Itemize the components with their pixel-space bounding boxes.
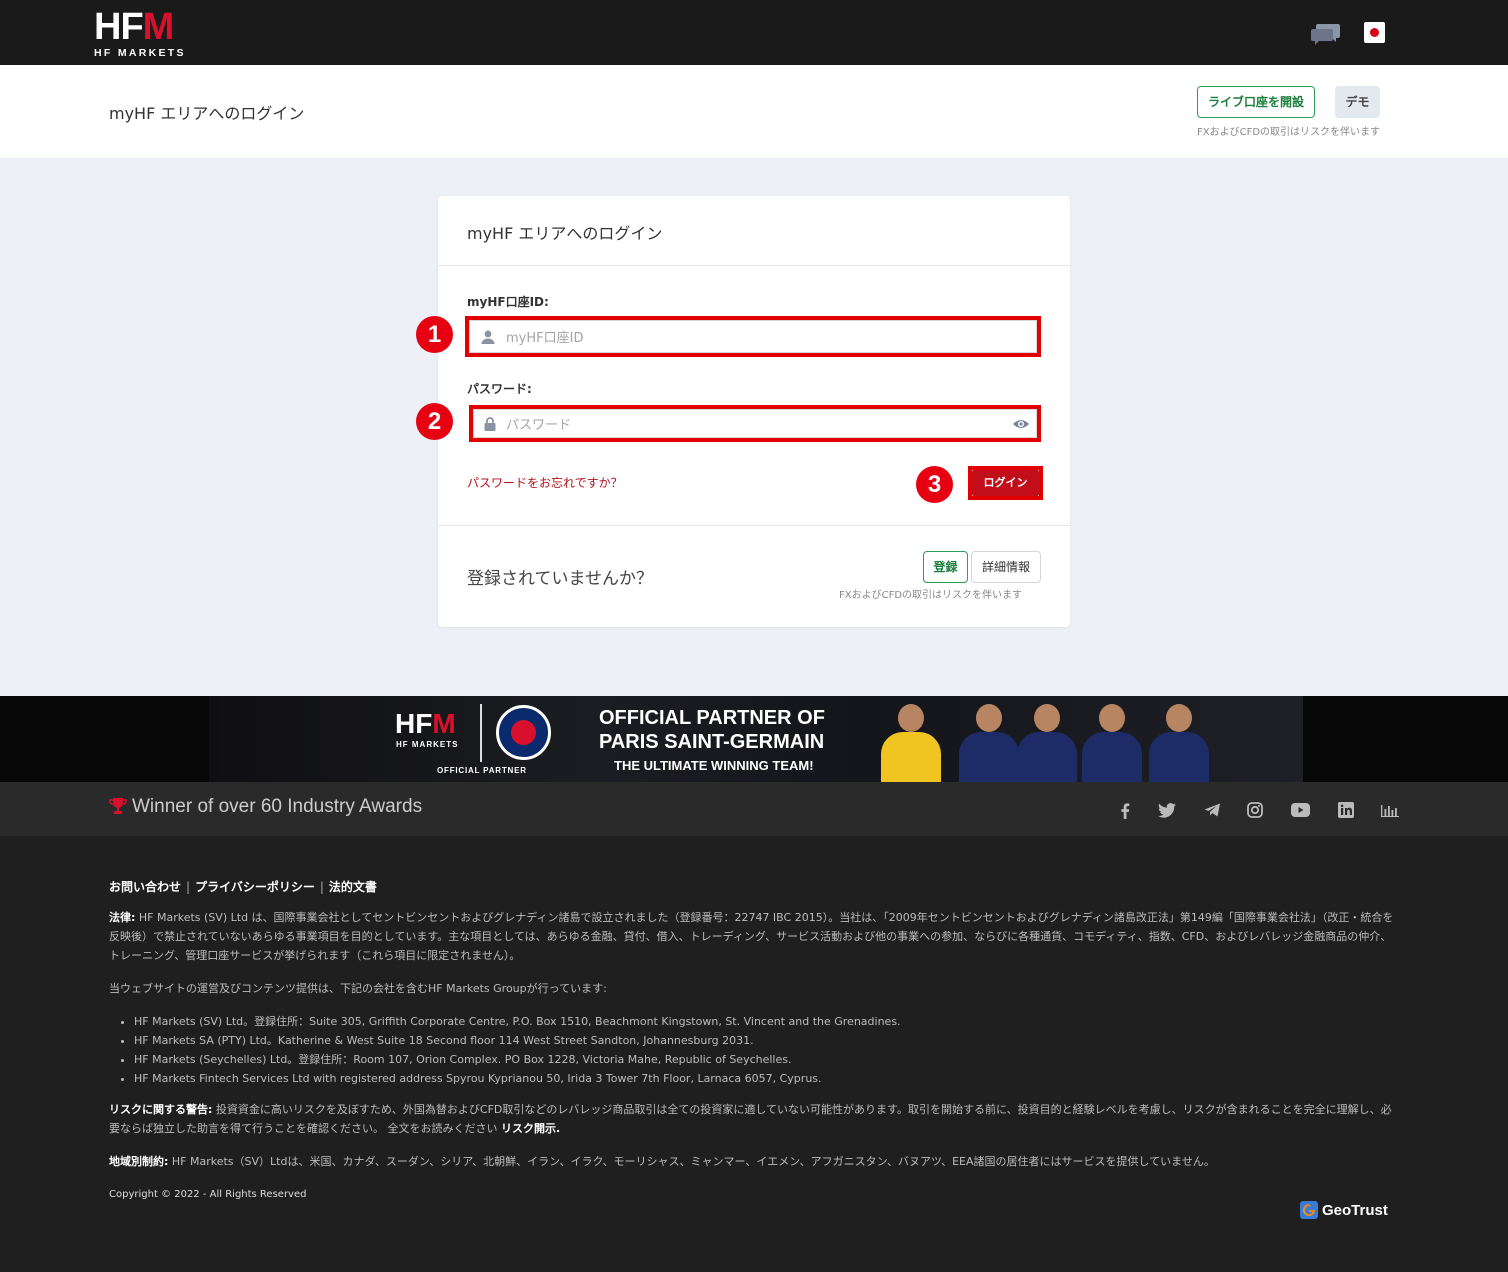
player-figure xyxy=(959,700,1019,782)
geotrust-text: GeoTrust xyxy=(1322,1201,1388,1219)
more-info-button[interactable]: 詳細情報 xyxy=(971,551,1041,583)
list-item: HF Markets (Seychelles) Ltd。登録住所：Room 10… xyxy=(134,1050,1394,1069)
psg-crest-icon xyxy=(496,705,551,760)
register-button[interactable]: 登録 xyxy=(923,551,968,583)
chart-icon[interactable] xyxy=(1380,800,1400,820)
player-figure xyxy=(1149,700,1209,782)
region-label: 地域別制約: xyxy=(109,1155,169,1168)
banner-tagline: THE ULTIMATE WINNING TEAM! xyxy=(614,758,814,773)
list-item: HF Markets (SV) Ltd。登録住所：Suite 305, Grif… xyxy=(134,1012,1394,1031)
geotrust-badge[interactable]: GeoTrust xyxy=(1300,1201,1388,1219)
awards-text: Winner of over 60 Industry Awards xyxy=(132,796,423,817)
login-card-title: myHF エリアへのログイン xyxy=(467,224,663,243)
logo-wordmark: HFM xyxy=(94,6,174,48)
player-figure xyxy=(881,700,941,782)
player-figure xyxy=(1082,700,1142,782)
japan-flag-icon[interactable] xyxy=(1364,22,1385,43)
region-restriction-paragraph: 地域別制約: HF Markets（SV）Ltdは、米国、カナダ、スーダン、シリ… xyxy=(109,1152,1399,1171)
risk-text: 投資資金に高いリスクを及ぼすため、外国為替およびCFD取引などのレバレッジ商品取… xyxy=(109,1103,1392,1135)
banner-logo-subtitle: HF MARKETS xyxy=(396,740,459,749)
facebook-icon[interactable] xyxy=(1115,800,1135,820)
step-number-1: 1 xyxy=(416,316,453,353)
legal-label: 法律: xyxy=(109,911,136,924)
chat-icon[interactable] xyxy=(1311,22,1341,46)
region-text: HF Markets（SV）Ltdは、米国、カナダ、スーダン、シリア、北朝鮮、イ… xyxy=(168,1155,1215,1168)
not-registered-text: 登録されていませんか？ xyxy=(467,569,653,589)
list-item: HF Markets SA (PTY) Ltd。Katherine & West… xyxy=(134,1031,1394,1050)
highlight-box-password xyxy=(469,405,1041,442)
trophy-icon xyxy=(109,797,127,815)
list-item: HF Markets Fintech Services Ltd with reg… xyxy=(134,1069,1394,1088)
forgot-password-link[interactable]: パスワードをお忘れですか？ xyxy=(467,474,623,491)
legal-paragraph: 法律: HF Markets (SV) Ltd は、国際事業会社としてセントビン… xyxy=(109,908,1399,965)
password-label: パスワード: xyxy=(467,382,532,396)
banner-official-partner: OFFICIAL PARTNER xyxy=(437,766,527,775)
open-live-account-button[interactable]: ライブ口座を開設 xyxy=(1197,86,1315,118)
banner-headline-2: PARIS SAINT-GERMAIN xyxy=(599,731,825,753)
page-title: myHF エリアへのログイン xyxy=(109,104,305,123)
risk-disclosure-link[interactable]: リスク開示. xyxy=(501,1122,560,1135)
instagram-icon[interactable] xyxy=(1245,800,1265,820)
banner-headline-1: OFFICIAL PARTNER OF xyxy=(599,707,825,729)
hfm-logo[interactable]: HFM HF MARKETS xyxy=(94,6,196,59)
top-bar: HFM HF MARKETS xyxy=(0,0,1508,65)
youtube-icon[interactable] xyxy=(1290,800,1310,820)
footer-link-contact[interactable]: お問い合わせ xyxy=(109,880,181,894)
telegram-icon[interactable] xyxy=(1202,800,1222,820)
banner-logo: HFM xyxy=(395,708,456,739)
awards-bar: Winner of over 60 Industry Awards xyxy=(0,782,1508,836)
footer-link-privacy[interactable]: プライバシーポリシー xyxy=(195,880,315,894)
divider xyxy=(438,265,1070,266)
linkedin-icon[interactable] xyxy=(1336,800,1356,820)
legal-text: HF Markets (SV) Ltd は、国際事業会社としてセントビンセントお… xyxy=(109,911,1394,962)
geotrust-icon xyxy=(1300,1201,1318,1219)
company-list: HF Markets (SV) Ltd。登録住所：Suite 305, Grif… xyxy=(134,1012,1394,1088)
copyright: Copyright © 2022 - All Rights Reserved xyxy=(109,1189,307,1200)
step-number-3: 3 xyxy=(916,466,953,503)
twitter-icon[interactable] xyxy=(1157,800,1177,820)
divider xyxy=(438,525,1070,526)
account-id-label: myHF口座ID: xyxy=(467,295,549,309)
footer-link-legal[interactable]: 法的文書 xyxy=(329,880,377,894)
footer: お問い合わせ | プライバシーポリシー | 法的文書 法律: HF Markets (S… xyxy=(0,836,1508,1272)
risk-warning-paragraph: リスクに関する警告: 投資資金に高いリスクを及ぼすため、外国為替およびCFD取引… xyxy=(109,1100,1399,1138)
risk-label: リスクに関する警告: xyxy=(109,1103,213,1116)
step-number-2: 2 xyxy=(416,403,453,440)
psg-banner-image: HFM HF MARKETS OFFICIAL PARTNER OFFICIAL… xyxy=(209,696,1303,782)
partner-banner[interactable]: HFM HF MARKETS OFFICIAL PARTNER OFFICIAL… xyxy=(0,696,1508,782)
footer-links: お問い合わせ | プライバシーポリシー | 法的文書 xyxy=(109,880,377,894)
logo-subtitle: HF MARKETS xyxy=(94,47,186,59)
banner-divider xyxy=(480,704,482,762)
card-risk-note: FXおよびCFDの取引はリスクを伴います xyxy=(839,590,1023,601)
demo-button[interactable]: デモ xyxy=(1335,86,1380,118)
header-risk-note: FXおよびCFDの取引はリスクを伴います xyxy=(1197,127,1381,138)
highlight-box-login xyxy=(968,466,1043,500)
group-paragraph: 当ウェブサイトの運営及びコンテンツ提供は、下記の会社を含むHF Markets … xyxy=(109,982,607,995)
player-figure xyxy=(1017,700,1077,782)
highlight-box-account-id xyxy=(465,316,1041,357)
